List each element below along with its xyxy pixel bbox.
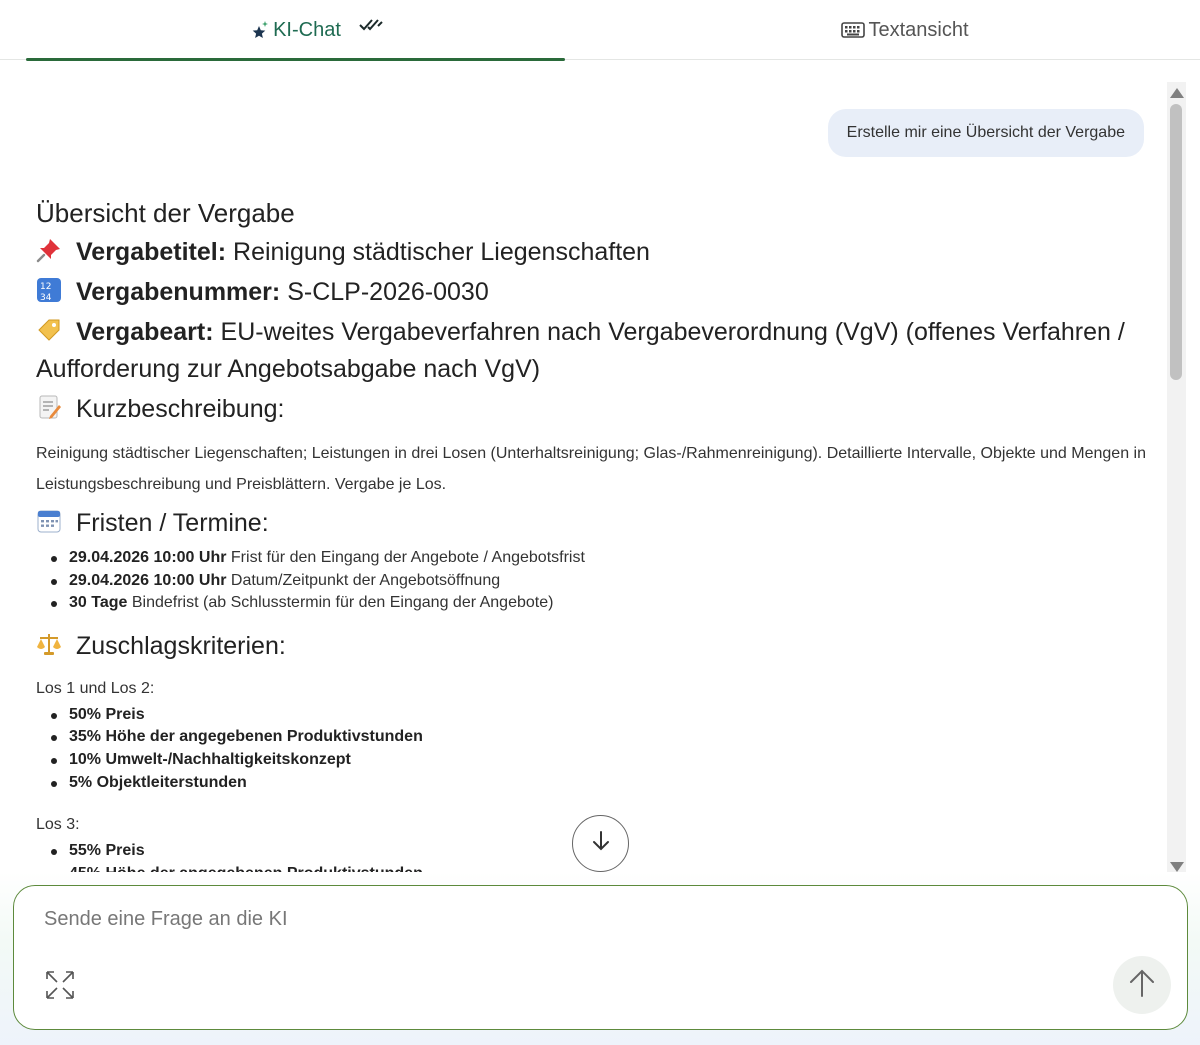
calendar-icon <box>36 508 64 543</box>
svg-text:34: 34 <box>40 293 52 303</box>
scroll-down-arrow[interactable] <box>1170 862 1184 872</box>
fristen-heading-row: Fristen / Termine: <box>36 506 1146 543</box>
criterion: 50% Preis <box>69 705 145 723</box>
list-item: 29.04.2026 10:00 Uhr Frist für den Einga… <box>36 547 1146 570</box>
chat-scrollbar[interactable] <box>1167 82 1186 878</box>
scroll-up-arrow[interactable] <box>1170 88 1184 98</box>
expand-icon <box>45 970 75 1005</box>
label-tag-icon <box>36 317 64 352</box>
ai-answer: Übersicht der Vergabe Vergabetitel: Rein… <box>36 194 1146 882</box>
chat-scroll-area[interactable]: Erstelle mir eine Übersicht der Vergabe … <box>0 82 1166 882</box>
frist-text: Datum/Zeitpunkt der Angebotsöffnung <box>230 571 501 589</box>
vergabetitel-value: Reinigung städtischer Liegenschaften <box>233 238 650 266</box>
vergabeart-label: Vergabeart: <box>76 318 214 346</box>
scales-icon <box>36 631 64 666</box>
vergabetitel-row: Vergabetitel: Reinigung städtischer Lieg… <box>36 235 1146 272</box>
fristen-list: 29.04.2026 10:00 Uhr Frist für den Einga… <box>36 547 1146 615</box>
scrollbar-thumb[interactable] <box>1170 104 1182 380</box>
arrow-down-icon <box>591 830 611 857</box>
vergabenummer-row: 12 34 Vergabenummer: S-CLP-2026-0030 <box>36 275 1146 312</box>
tab-ki-chat[interactable]: KI-Chat <box>26 0 565 61</box>
tab-textansicht[interactable]: Textansicht <box>620 0 1190 60</box>
svg-text:12: 12 <box>40 282 51 292</box>
pushpin-icon <box>36 237 64 272</box>
frist-text: Frist für den Eingang der Angebote / Ang… <box>230 549 585 566</box>
list-item: 29.04.2026 10:00 Uhr Datum/Zeitpunkt der… <box>36 570 1146 593</box>
active-tab-indicator <box>26 58 565 61</box>
zuschlag-heading-row: Zuschlagskriterien: <box>36 629 1146 666</box>
list-item: 10% Umwelt-/Nachhaltigkeitskonzept <box>36 749 1146 772</box>
scroll-to-bottom-button[interactable] <box>572 815 629 872</box>
frist-date: 30 Tage <box>69 594 128 612</box>
criterion: 5% Objektleiterstunden <box>69 773 247 791</box>
frist-date: 29.04.2026 10:00 Uhr <box>69 571 227 589</box>
double-check-icon <box>358 16 384 39</box>
frist-text: Bindefrist (ab Schlusstermin für den Ein… <box>131 594 554 612</box>
sparkle-star-icon <box>250 20 270 40</box>
list-item: 5% Objektleiterstunden <box>36 772 1146 795</box>
los12-criteria-list: 50% Preis 35% Höhe der angegebenen Produ… <box>36 704 1146 794</box>
composer <box>13 885 1188 1030</box>
kurzbeschreibung-heading: Kurzbeschreibung: <box>76 395 285 423</box>
user-message-bubble: Erstelle mir eine Übersicht der Vergabe <box>827 109 1144 157</box>
keyboard-icon <box>841 21 866 39</box>
list-item: 30 Tage Bindefrist (ab Schlusstermin für… <box>36 592 1146 615</box>
question-input[interactable] <box>44 908 1044 948</box>
frist-date: 29.04.2026 10:00 Uhr <box>69 549 227 566</box>
criterion: 55% Preis <box>69 842 145 860</box>
answer-title: Übersicht der Vergabe <box>36 198 295 228</box>
list-item: 35% Höhe der angegebenen Produktivstunde… <box>36 726 1146 749</box>
numbers-icon: 12 34 <box>36 277 64 312</box>
vergabenummer-label: Vergabenummer: <box>76 278 281 306</box>
tab-textansicht-label: Textansicht <box>868 18 969 41</box>
criterion: 10% Umwelt-/Nachhaltigkeitskonzept <box>69 750 351 768</box>
vergabetitel-label: Vergabetitel: <box>76 238 227 266</box>
send-button[interactable] <box>1113 956 1171 1014</box>
list-item: 50% Preis <box>36 704 1146 727</box>
arrow-up-icon <box>1129 968 1155 1003</box>
expand-button[interactable] <box>44 970 76 1005</box>
tab-ki-chat-label: KI-Chat <box>273 18 341 41</box>
criterion: 35% Höhe der angegebenen Produktivstunde… <box>69 728 423 746</box>
vergabeart-row: Vergabeart: EU-weites Vergabeverfahren n… <box>36 315 1146 386</box>
fristen-heading: Fristen / Termine: <box>76 509 269 537</box>
tab-bar: KI-Chat Textansicht <box>0 0 1200 61</box>
memo-icon <box>36 394 64 429</box>
kurzbeschreibung-text: Reinigung städtischer Liegenschaften; Le… <box>36 445 1146 493</box>
zuschlag-heading: Zuschlagskriterien: <box>76 631 286 660</box>
los12-label: Los 1 und Los 2: <box>36 679 155 697</box>
vergabenummer-value: S-CLP-2026-0030 <box>287 278 489 306</box>
kurzbeschreibung-heading-row: Kurzbeschreibung: <box>36 392 1146 429</box>
